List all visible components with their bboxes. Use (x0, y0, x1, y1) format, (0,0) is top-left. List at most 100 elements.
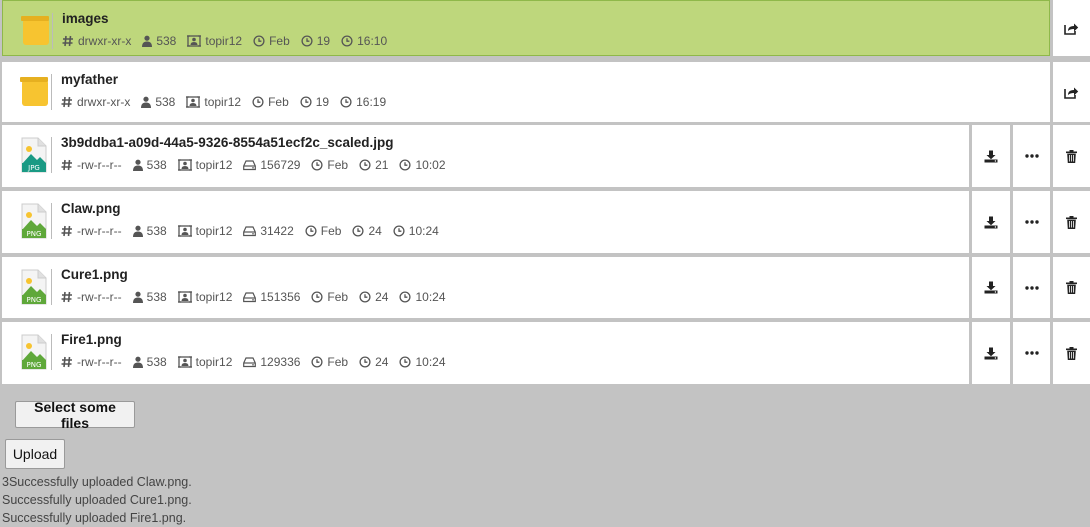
owner-id-text: 538 (146, 158, 167, 172)
time: 16:19 (340, 95, 386, 109)
permissions: -rw-r--r-- (61, 158, 122, 172)
download-icon (984, 216, 998, 229)
owner-id-text: 538 (146, 224, 167, 238)
permissions-text: -rw-r--r-- (77, 355, 122, 369)
delete-icon (1066, 281, 1078, 294)
file-name[interactable]: Cure1.png (61, 267, 128, 282)
download-button[interactable] (972, 191, 1011, 253)
time: 10:02 (399, 158, 446, 172)
owner-group-text: topir12 (195, 290, 233, 304)
delete-button[interactable] (1053, 191, 1090, 253)
file-entry[interactable]: PNG Fire1.png -rw-r--r-- 538 topir12 129336 Fe… (2, 322, 970, 384)
delete-button[interactable] (1053, 125, 1090, 187)
download-button[interactable] (972, 322, 1011, 384)
file-entry[interactable]: PNG Cure1.png -rw-r--r-- 538 topir12 151356 Fe… (2, 257, 970, 318)
file-meta: drwxr-xr-x 538 topir12 Feb 19 16:19 (61, 95, 386, 109)
delete-icon (1066, 346, 1078, 360)
permissions-text: drwxr-xr-x (77, 95, 131, 109)
permissions-text: -rw-r--r-- (77, 290, 122, 304)
more-icon (1024, 220, 1039, 224)
time: 10:24 (393, 224, 439, 238)
upload-button[interactable]: Upload (5, 439, 65, 469)
file-size: 31422 (243, 224, 294, 238)
day: 24 (359, 290, 388, 304)
file-size: 156729 (243, 158, 300, 172)
file-meta: -rw-r--r-- 538 topir12 156729 Feb 21 10:02 (61, 158, 446, 172)
owner-id-text: 538 (156, 34, 177, 48)
owner-id: 538 (142, 34, 176, 48)
file-row[interactable]: PNG Fire1.png -rw-r--r-- 538 topir12 129336 Fe… (2, 322, 1090, 384)
permissions-text: -rw-r--r-- (77, 224, 122, 238)
more-button[interactable] (1013, 191, 1051, 253)
file-name[interactable]: Fire1.png (61, 332, 122, 347)
time-text: 16:19 (356, 95, 387, 109)
more-icon (1024, 154, 1039, 158)
svg-text:PNG: PNG (27, 361, 42, 369)
day: 24 (359, 355, 388, 369)
file-entry[interactable]: myfather drwxr-xr-x 538 topir12 Feb 19 16:19 (2, 62, 1050, 122)
image-file-icon: JPG (18, 137, 52, 173)
file-row[interactable]: PNG Claw.png -rw-r--r-- 538 topir12 31422 Feb 2… (2, 191, 1090, 253)
owner-group-text: topir12 (195, 224, 233, 238)
month: Feb (311, 355, 348, 369)
file-meta: -rw-r--r-- 538 topir12 31422 Feb 24 10:24 (61, 224, 439, 238)
month: Feb (253, 34, 290, 48)
file-row[interactable]: myfather drwxr-xr-x 538 topir12 Feb 19 16:19 (2, 62, 1090, 122)
permissions: drwxr-xr-x (62, 34, 131, 48)
file-entry[interactable]: JPG 3b9ddba1-a09d-44a5-9326-8554a51ecf2c_… (2, 125, 970, 187)
file-row[interactable]: PNG Cure1.png -rw-r--r-- 538 topir12 151356 Fe… (2, 257, 1090, 318)
month: Feb (311, 290, 348, 304)
file-row[interactable]: images drwxr-xr-x 538 topir12 Feb 19 16:10 (2, 0, 1090, 56)
owner-group: topir12 (177, 158, 232, 172)
upload-log: 3Successfully uploaded Claw.png. Success… (2, 473, 192, 527)
day-text: 19 (315, 95, 330, 109)
permissions: -rw-r--r-- (61, 290, 122, 304)
share-button[interactable] (1053, 62, 1090, 122)
file-size-text: 31422 (260, 224, 294, 238)
share-icon (1064, 22, 1079, 35)
file-entry[interactable]: images drwxr-xr-x 538 topir12 Feb 19 16:10 (2, 0, 1050, 56)
download-button[interactable] (972, 257, 1011, 318)
month-text: Feb (327, 158, 349, 172)
file-name[interactable]: images (62, 11, 109, 26)
folder-icon (19, 13, 53, 49)
share-icon (1064, 86, 1079, 99)
day: 19 (301, 34, 330, 48)
file-size: 129336 (243, 355, 300, 369)
day: 24 (352, 224, 382, 238)
more-icon (1024, 285, 1039, 290)
day: 21 (359, 158, 388, 172)
download-icon (984, 347, 998, 360)
share-button[interactable] (1053, 0, 1090, 56)
folder-icon (18, 74, 52, 110)
more-button[interactable] (1013, 322, 1051, 384)
image-file-icon: PNG (18, 203, 52, 239)
time-text: 10:24 (415, 355, 446, 369)
more-button[interactable] (1013, 257, 1051, 318)
permissions: -rw-r--r-- (61, 355, 122, 369)
more-button[interactable] (1013, 125, 1051, 187)
owner-id: 538 (132, 158, 167, 172)
select-files-button[interactable]: Select some files (15, 399, 135, 431)
owner-id: 538 (141, 95, 175, 109)
file-name[interactable]: Claw.png (61, 201, 121, 216)
file-meta: drwxr-xr-x 538 topir12 Feb 19 16:10 (62, 34, 387, 48)
delete-button[interactable] (1053, 322, 1090, 384)
owner-group-text: topir12 (195, 355, 233, 369)
log-line: Successfully uploaded Cure1.png. (2, 493, 192, 507)
log-line: 3Successfully uploaded Claw.png. (2, 475, 192, 489)
file-name[interactable]: 3b9ddba1-a09d-44a5-9326-8554a51ecf2c_sca… (61, 135, 393, 150)
day-text: 24 (375, 290, 389, 304)
image-file-icon: PNG (18, 269, 52, 305)
month-text: Feb (320, 224, 342, 238)
svg-text:PNG: PNG (27, 296, 42, 304)
file-size-text: 156729 (260, 158, 301, 172)
time-text: 10:02 (415, 158, 446, 172)
file-row[interactable]: JPG 3b9ddba1-a09d-44a5-9326-8554a51ecf2c_… (2, 125, 1090, 187)
file-name[interactable]: myfather (61, 72, 118, 87)
download-button[interactable] (972, 125, 1011, 187)
day-text: 21 (375, 158, 389, 172)
file-size: 151356 (243, 290, 300, 304)
delete-button[interactable] (1053, 257, 1090, 318)
file-entry[interactable]: PNG Claw.png -rw-r--r-- 538 topir12 31422 Feb 2… (2, 191, 970, 253)
